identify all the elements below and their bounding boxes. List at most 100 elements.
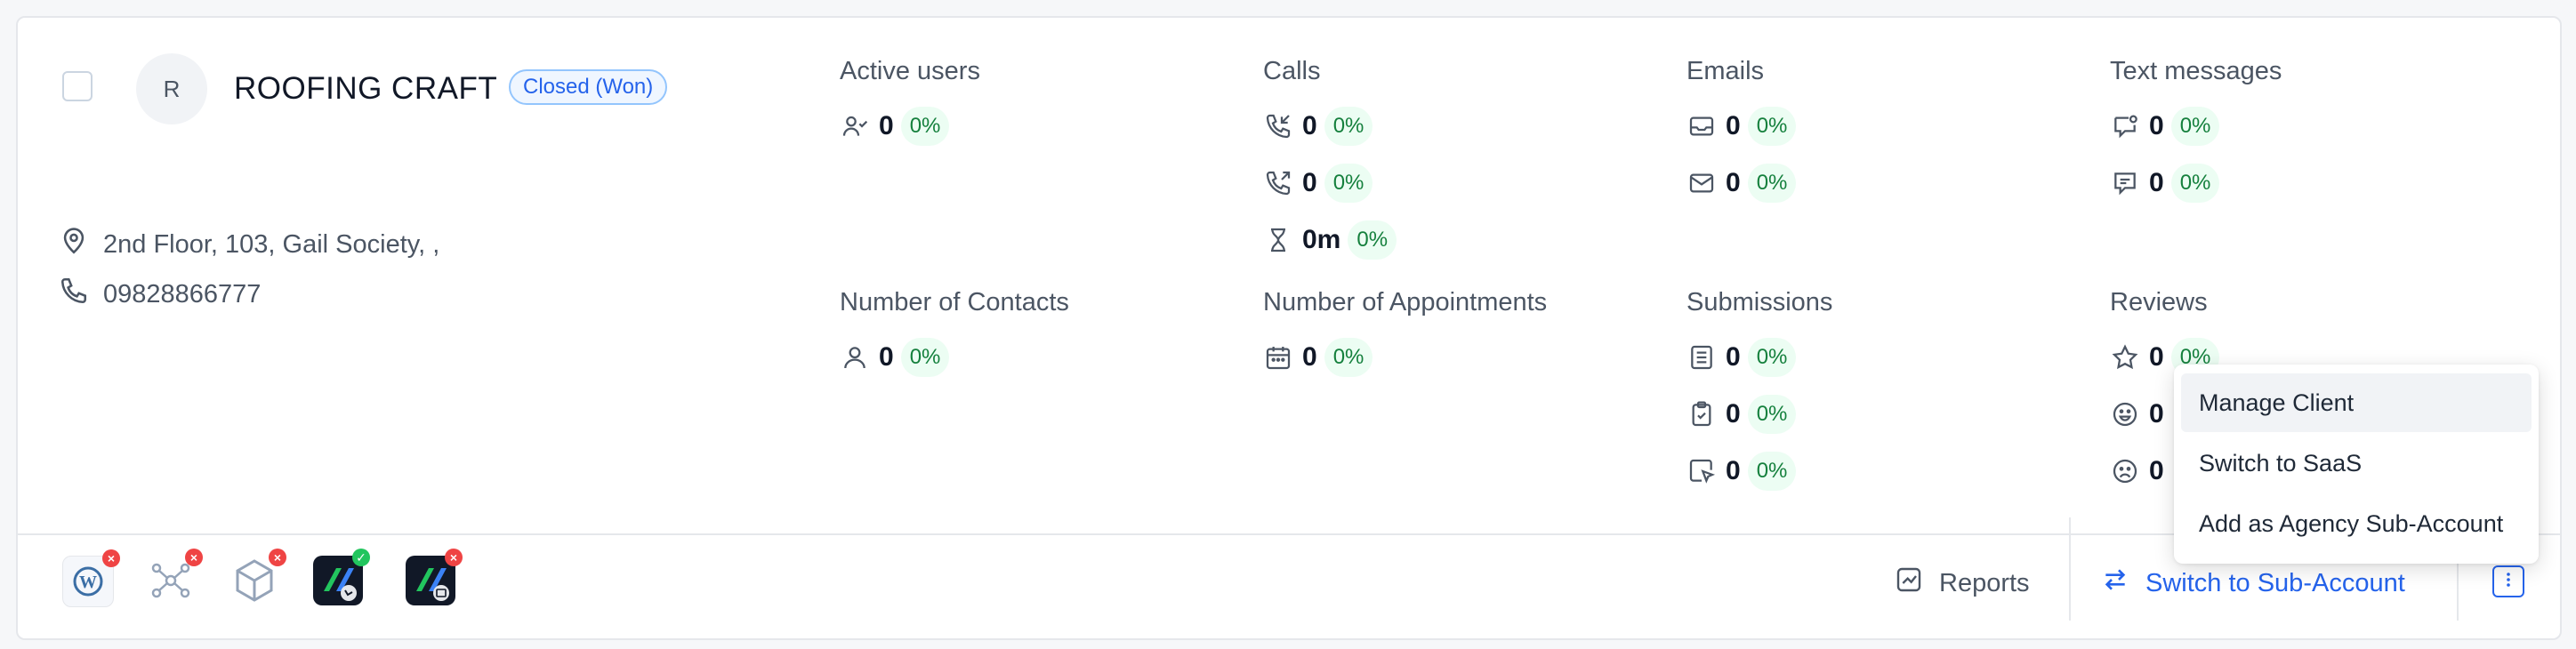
avatar: R (136, 53, 207, 124)
client-actions-menu: Manage Client Switch to SaaS Add as Agen… (2174, 365, 2539, 564)
metric-value: 0 (1302, 111, 1317, 140)
menu-item-switch-saas[interactable]: Switch to SaaS (2181, 434, 2532, 493)
metric-value: 0 (2149, 399, 2164, 429)
metric-percent: 0% (900, 338, 950, 377)
emails-title: Emails (1686, 57, 1765, 85)
app-mail-icon[interactable]: × (406, 549, 463, 605)
error-badge-icon: × (445, 549, 463, 566)
metric-percent: 0% (1324, 338, 1373, 377)
metric-percent: 0% (1747, 338, 1797, 377)
metric-percent: 0% (1324, 164, 1373, 203)
client-name[interactable]: ROOFING CRAFT (234, 71, 497, 107)
metric-percent: 0% (1747, 452, 1797, 491)
status-badge: Closed (Won) (509, 69, 668, 105)
metric-percent: 0% (1348, 220, 1397, 260)
emails-inbox-row: 0 0% (1686, 105, 1797, 148)
error-badge-icon: × (185, 549, 203, 566)
metric-value: 0 (2149, 168, 2164, 197)
texts-received-row: 0 0% (2110, 105, 2220, 148)
menu-item-add-agency-sub-account[interactable]: Add as Agency Sub-Account (2181, 494, 2532, 553)
reviews-negative-row: 0 (2110, 450, 2164, 493)
reviews-positive-row: 0 (2110, 393, 2164, 436)
address-row: 2nd Floor, 103, Gail Society, , (59, 226, 439, 263)
emails-sent-row: 0 0% (1686, 162, 1797, 204)
cube-icon[interactable]: × (229, 549, 286, 605)
user-icon (840, 342, 870, 373)
metric-percent: 0% (1324, 107, 1373, 146)
switch-sub-account-button[interactable]: Switch to Sub-Account (2101, 565, 2405, 601)
phone-text[interactable]: 09828866777 (103, 280, 261, 309)
menu-item-manage-client[interactable]: Manage Client (2181, 373, 2532, 432)
metric-percent: 0% (1747, 107, 1797, 146)
phone-row: 09828866777 (59, 276, 261, 313)
phone-incoming-icon (1263, 111, 1293, 141)
star-icon (2110, 342, 2140, 373)
metric-value: 0 (2149, 111, 2164, 140)
metric-value: 0 (879, 342, 894, 372)
metric-percent: 0% (1747, 164, 1797, 203)
texts-sent-row: 0 0% (2110, 162, 2220, 204)
metric-percent: 0% (1747, 395, 1797, 434)
phone-icon (59, 276, 89, 313)
clipboard-check-icon (1686, 399, 1717, 429)
active-users-title: Active users (840, 57, 980, 85)
frown-icon (2110, 456, 2140, 486)
chart-icon (1895, 565, 1923, 601)
appointments-title: Number of Appointments (1263, 288, 1548, 316)
footer-divider (2069, 517, 2071, 621)
metric-value: 0 (1726, 399, 1741, 429)
wordpress-icon[interactable]: W × (62, 549, 120, 607)
metric-value: 0 (1726, 111, 1741, 140)
metric-percent: 0% (900, 107, 950, 146)
more-options-button[interactable] (2492, 565, 2524, 597)
reports-button[interactable]: Reports (1895, 565, 2030, 601)
app-phone-icon[interactable]: ✓ (313, 549, 370, 605)
contacts-title: Number of Contacts (840, 288, 1069, 316)
cursor-click-icon (1686, 456, 1717, 486)
error-badge-icon: × (102, 549, 120, 567)
submissions-surveys-row: 0 0% (1686, 393, 1797, 436)
calls-outgoing-row: 0 0% (1263, 162, 1373, 204)
calendar-icon (1263, 342, 1293, 373)
metric-value: 0 (2149, 342, 2164, 372)
inbox-icon (1686, 111, 1717, 141)
select-checkbox[interactable] (62, 71, 93, 101)
address-text: 2nd Floor, 103, Gail Society, , (103, 229, 440, 259)
metric-percent: 0% (2170, 164, 2220, 203)
active-users-row: 0 0% (840, 105, 950, 148)
more-vertical-icon (2498, 569, 2519, 595)
metric-value: 0 (1302, 342, 1317, 372)
smile-icon (2110, 399, 2140, 429)
text-messages-title: Text messages (2110, 57, 2282, 85)
submissions-forms-row: 0 0% (1686, 336, 1797, 379)
contacts-row: 0 0% (840, 336, 950, 379)
metric-value: 0 (1726, 342, 1741, 372)
swap-arrows-icon (2101, 565, 2129, 601)
calls-duration-row: 0m 0% (1263, 219, 1397, 261)
metric-value: 0 (879, 111, 894, 140)
calls-title: Calls (1263, 57, 1321, 85)
phone-outgoing-icon (1263, 168, 1293, 198)
reviews-title: Reviews (2110, 288, 2208, 316)
list-icon (1686, 342, 1717, 373)
metric-value: 0 (1302, 168, 1317, 197)
metric-value: 0 (2149, 456, 2164, 485)
location-pin-icon (59, 226, 89, 263)
message-text-icon (2110, 168, 2140, 198)
appointments-row: 0 0% (1263, 336, 1373, 379)
reports-label: Reports (1939, 568, 2030, 597)
ok-badge-icon: ✓ (352, 549, 370, 566)
metric-percent: 0% (2170, 107, 2220, 146)
metric-value: 0m (1302, 225, 1341, 254)
submissions-title: Submissions (1686, 288, 1833, 316)
switch-sub-account-label: Switch to Sub-Account (2145, 568, 2405, 597)
error-badge-icon: × (269, 549, 286, 566)
hourglass-icon (1263, 225, 1293, 255)
metric-value: 0 (1726, 168, 1741, 197)
mail-icon (1686, 168, 1717, 198)
metric-value: 0 (1726, 456, 1741, 485)
svg-text:W: W (79, 573, 97, 592)
network-icon[interactable]: × (146, 549, 203, 605)
calls-incoming-row: 0 0% (1263, 105, 1373, 148)
submissions-clicks-row: 0 0% (1686, 450, 1797, 493)
